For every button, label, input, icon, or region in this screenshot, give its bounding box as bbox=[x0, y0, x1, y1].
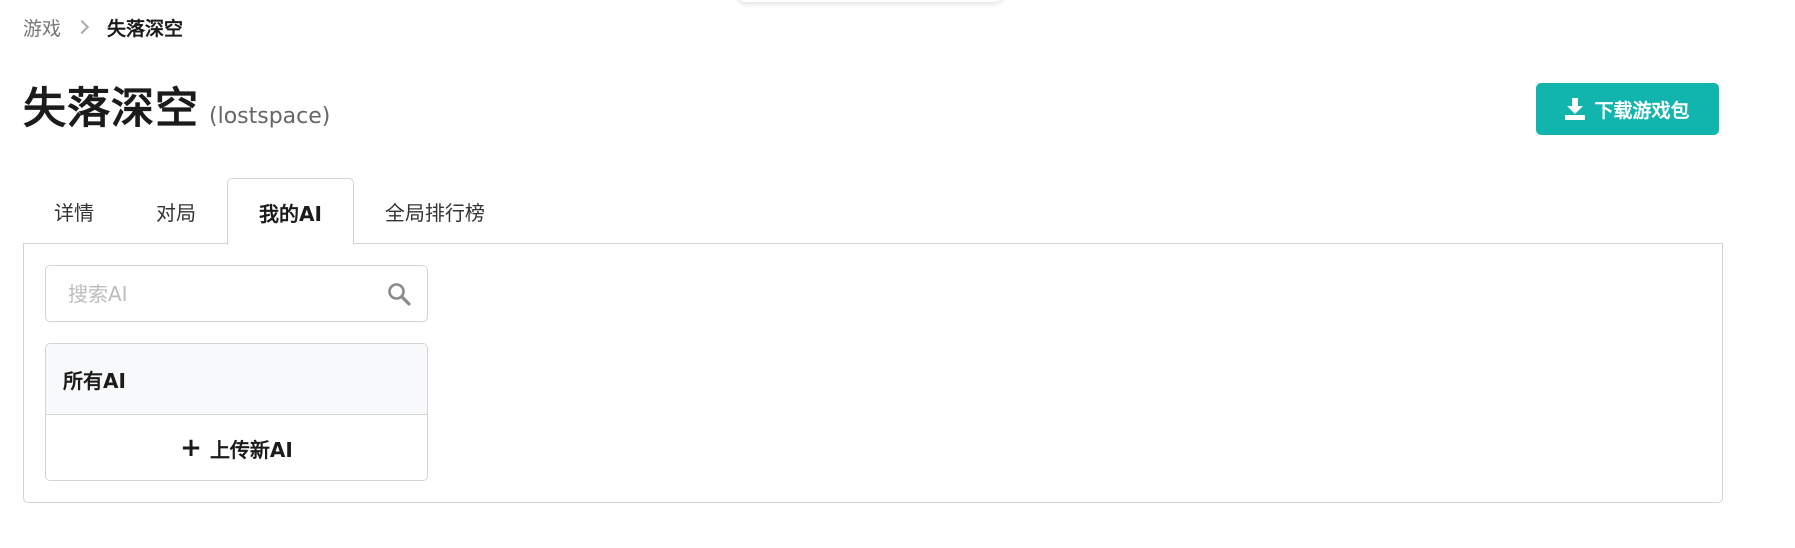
all-ai-label: 所有AI bbox=[63, 368, 126, 393]
breadcrumb: 游戏 失落深空 bbox=[23, 12, 183, 42]
tab-label: 对局 bbox=[156, 200, 196, 225]
all-ai-item[interactable]: 所有AI bbox=[46, 344, 427, 415]
search-box bbox=[45, 265, 428, 322]
download-icon bbox=[1565, 98, 1586, 120]
tab-details[interactable]: 详情 bbox=[23, 178, 125, 244]
breadcrumb-games-link[interactable]: 游戏 bbox=[23, 14, 61, 41]
tab-bar: 详情 对局 我的AI 全局排行榜 bbox=[23, 178, 516, 245]
tab-global-leaderboard[interactable]: 全局排行榜 bbox=[354, 178, 516, 244]
search-input[interactable] bbox=[46, 266, 387, 321]
upload-new-ai-label: 上传新AI bbox=[209, 437, 293, 462]
download-game-package-button[interactable]: 下载游戏包 bbox=[1536, 83, 1719, 135]
plus-icon: + bbox=[180, 433, 202, 463]
tab-label: 详情 bbox=[54, 200, 94, 225]
upload-new-ai-button[interactable]: + 上传新AI bbox=[46, 415, 427, 480]
page-subtitle: (lostspace) bbox=[209, 104, 331, 129]
tab-label: 我的AI bbox=[259, 201, 322, 226]
title-row: 失落深空 (lostspace) bbox=[23, 74, 330, 136]
search-icon[interactable] bbox=[387, 282, 411, 306]
page-title: 失落深空 bbox=[23, 84, 199, 134]
my-ai-panel: 所有AI + 上传新AI bbox=[23, 243, 1723, 503]
chevron-right-icon bbox=[74, 19, 90, 35]
top-popup-edge bbox=[735, 0, 1005, 2]
tab-my-ai[interactable]: 我的AI bbox=[227, 178, 354, 245]
tab-label: 全局排行榜 bbox=[384, 200, 485, 225]
breadcrumb-current: 失落深空 bbox=[107, 17, 184, 40]
download-button-label: 下载游戏包 bbox=[1594, 99, 1690, 122]
ai-list: 所有AI + 上传新AI bbox=[45, 343, 428, 481]
tab-matches[interactable]: 对局 bbox=[125, 178, 227, 244]
